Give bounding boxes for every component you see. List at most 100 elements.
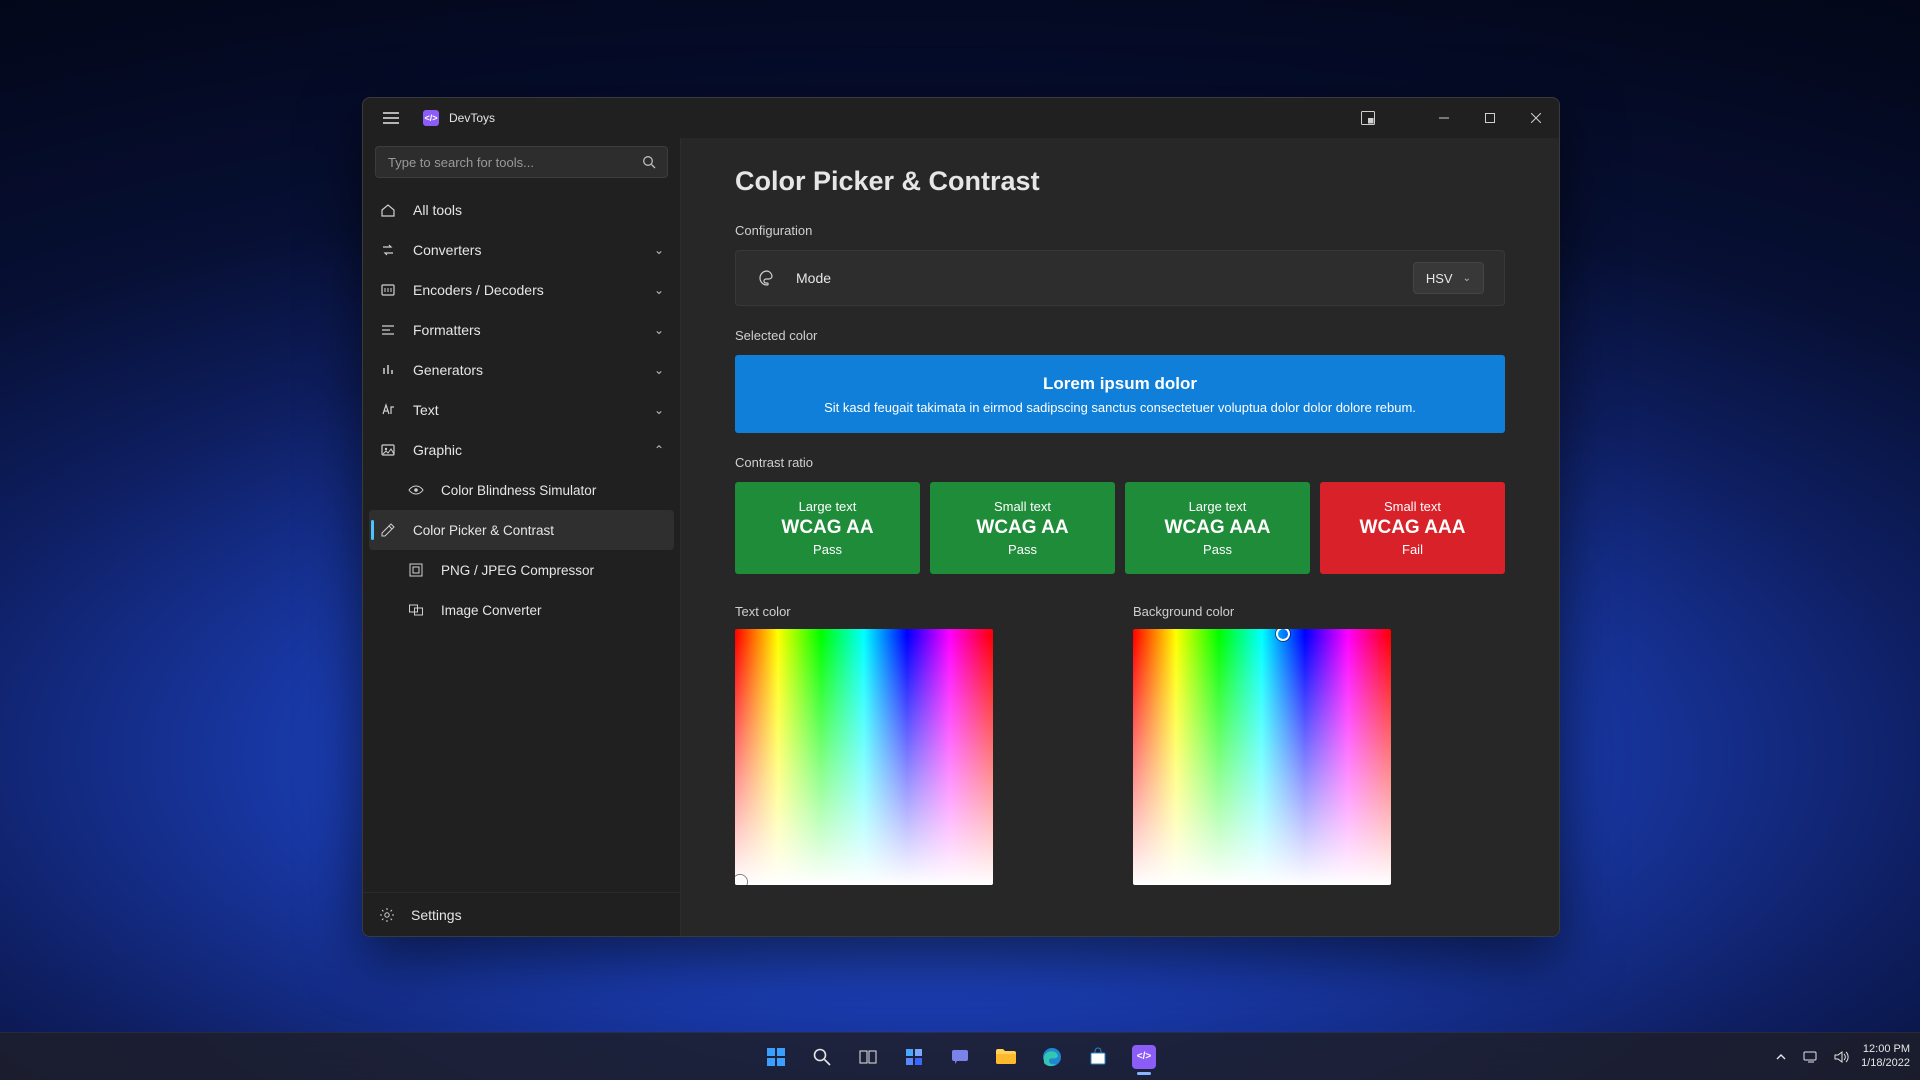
nav-text[interactable]: Text ⌄ [363, 390, 680, 430]
chevron-down-icon: ⌄ [654, 363, 664, 377]
ratio-level: WCAG AAA [1165, 517, 1271, 539]
taskbar-clock[interactable]: 12:00 PM 1/18/2022 [1861, 1043, 1910, 1069]
ratio-status: Pass [1203, 542, 1232, 557]
ratio-size: Small text [1384, 499, 1441, 514]
picker-cursor[interactable] [735, 875, 747, 885]
nav-color-picker[interactable]: Color Picker & Contrast [369, 510, 674, 550]
chevron-down-icon: ⌄ [654, 323, 664, 337]
pip-icon [1361, 111, 1375, 125]
maximize-button[interactable] [1467, 102, 1513, 134]
mode-value: HSV [1426, 271, 1453, 286]
text-icon [379, 402, 397, 418]
nav-formatters[interactable]: Formatters ⌄ [363, 310, 680, 350]
nav-encoders[interactable]: Encoders / Decoders ⌄ [363, 270, 680, 310]
nav-label: Color Blindness Simulator [441, 483, 664, 498]
content-area[interactable]: Color Picker & Contrast Configuration Mo… [681, 138, 1559, 936]
maximize-icon [1485, 113, 1495, 123]
nav-list: All tools Converters ⌄ Encoders / De [363, 190, 680, 892]
dropper-icon [379, 522, 397, 538]
nav-png-compressor[interactable]: PNG / JPEG Compressor [363, 550, 680, 590]
contrast-ratio-label: Contrast ratio [735, 455, 1505, 470]
close-icon [1531, 113, 1541, 123]
tray-network[interactable] [1801, 1047, 1821, 1067]
nav-settings[interactable]: Settings [363, 892, 680, 936]
generators-icon [379, 362, 397, 378]
picker-cursor[interactable] [1276, 629, 1290, 641]
chevron-down-icon: ⌄ [654, 283, 664, 297]
ratio-small-aaa: Small text WCAG AAA Fail [1320, 482, 1505, 574]
text-color-label: Text color [735, 604, 993, 619]
task-view-icon [858, 1047, 878, 1067]
chevron-down-icon: ⌄ [654, 403, 664, 417]
nav-label: Text [413, 402, 638, 418]
clock-time: 12:00 PM [1861, 1043, 1910, 1056]
nav-all-tools[interactable]: All tools [363, 190, 680, 230]
nav-label: Image Converter [441, 603, 664, 618]
tray-volume[interactable] [1831, 1047, 1851, 1067]
ratio-size: Small text [994, 499, 1051, 514]
taskbar-store[interactable] [1078, 1037, 1118, 1077]
compact-overlay-button[interactable] [1345, 102, 1391, 134]
selected-color-label: Selected color [735, 328, 1505, 343]
search-button[interactable] [802, 1037, 842, 1077]
widgets-button[interactable] [894, 1037, 934, 1077]
ratio-large-aa: Large text WCAG AA Pass [735, 482, 920, 574]
chat-icon [950, 1047, 970, 1067]
graphic-icon [379, 442, 397, 458]
folder-icon [995, 1048, 1017, 1066]
search-input[interactable] [375, 146, 668, 178]
nav-label: Generators [413, 362, 638, 378]
formatters-icon [379, 322, 397, 338]
taskbar-explorer[interactable] [986, 1037, 1026, 1077]
nav-image-converter[interactable]: Image Converter [363, 590, 680, 630]
image-convert-icon [407, 602, 425, 618]
task-view-button[interactable] [848, 1037, 888, 1077]
app-title: DevToys [449, 111, 495, 125]
windows-icon [765, 1046, 787, 1068]
ratio-size: Large text [799, 499, 857, 514]
nav-label: Formatters [413, 322, 638, 338]
text-color-picker[interactable] [735, 629, 993, 885]
encoders-icon [379, 282, 397, 298]
titlebar: </> DevToys [363, 98, 1559, 138]
minimize-button[interactable] [1421, 102, 1467, 134]
background-color-label: Background color [1133, 604, 1391, 619]
nav-label: PNG / JPEG Compressor [441, 563, 664, 578]
nav-color-blindness[interactable]: Color Blindness Simulator [363, 470, 680, 510]
converters-icon [379, 242, 397, 258]
edge-icon [1042, 1047, 1062, 1067]
nav-converters[interactable]: Converters ⌄ [363, 230, 680, 270]
nav-graphic[interactable]: Graphic ⌃ [363, 430, 680, 470]
gear-icon [379, 907, 395, 923]
compress-icon [407, 562, 425, 578]
minimize-icon [1439, 113, 1449, 123]
chevron-down-icon: ⌄ [1463, 273, 1471, 284]
nav-label: Color Picker & Contrast [413, 523, 658, 538]
start-button[interactable] [756, 1037, 796, 1077]
sidebar: All tools Converters ⌄ Encoders / De [363, 138, 681, 936]
tray-overflow-button[interactable] [1771, 1047, 1791, 1067]
taskbar-edge[interactable] [1032, 1037, 1072, 1077]
nav-label: Graphic [413, 442, 638, 458]
ratio-size: Large text [1189, 499, 1247, 514]
ratio-level: WCAG AAA [1360, 517, 1466, 539]
ratio-level: WCAG AA [976, 517, 1068, 539]
system-tray: 12:00 PM 1/18/2022 [1771, 1043, 1910, 1069]
taskbar-devtoys[interactable]: </> [1124, 1037, 1164, 1077]
nav-label: Converters [413, 242, 638, 258]
search-icon [642, 155, 656, 169]
background-color-picker[interactable] [1133, 629, 1391, 885]
desktop-wallpaper: </> DevToys [0, 0, 1920, 1080]
page-title: Color Picker & Contrast [735, 166, 1505, 197]
mode-label: Mode [796, 270, 1393, 286]
nav-generators[interactable]: Generators ⌄ [363, 350, 680, 390]
app-icon: </> [423, 110, 439, 126]
close-button[interactable] [1513, 102, 1559, 134]
configuration-label: Configuration [735, 223, 1505, 238]
ratio-status: Pass [1008, 542, 1037, 557]
clock-date: 1/18/2022 [1861, 1057, 1910, 1070]
mode-dropdown[interactable]: HSV ⌄ [1413, 262, 1484, 294]
nav-toggle-button[interactable] [371, 98, 411, 138]
selected-color-preview: Lorem ipsum dolor Sit kasd feugait takim… [735, 355, 1505, 433]
taskbar-chat[interactable] [940, 1037, 980, 1077]
